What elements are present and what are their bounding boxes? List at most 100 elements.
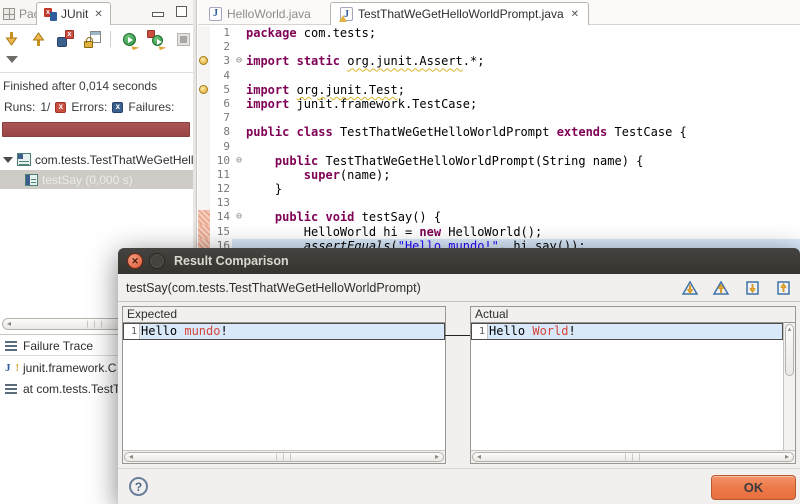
tab-junit[interactable]: x JUnit ✕ <box>36 2 111 25</box>
code-line[interactable]: 6 import junit.framework.TestCase; <box>198 96 800 112</box>
compare-area: Expected 1 Hello mundo! ◂ ❘❘❘ ▸ Actual 1 <box>118 302 800 468</box>
line-number: 1 <box>223 26 230 39</box>
actual-pane-body[interactable]: 1 Hello World! <box>471 323 795 451</box>
code-text: import static org.junit.Assert.*; <box>246 54 485 69</box>
scrollbar-grip[interactable]: ❘❘❘ <box>274 453 295 461</box>
scroll-left-icon[interactable]: ◂ <box>3 320 15 328</box>
tree-expand-caret-icon[interactable] <box>3 156 13 163</box>
annotation-gutter <box>198 40 210 55</box>
fold-gutter <box>232 69 246 83</box>
code-line[interactable]: 9 <box>198 139 800 154</box>
actual-diff-row[interactable]: 1 Hello World! <box>471 323 783 340</box>
fold-collapse-icon[interactable]: ⊖ <box>232 54 246 68</box>
failure-trace-icon <box>5 340 17 351</box>
line-number: 3 <box>223 54 230 68</box>
code-line[interactable]: 5 import org.junit.Test; <box>198 82 800 97</box>
java-file-icon: J <box>209 6 222 21</box>
previous-failed-test-icon[interactable] <box>29 30 47 48</box>
editor-tab-helloworld[interactable]: J HelloWorld.java <box>200 2 320 25</box>
actual-diff-word: World <box>532 324 569 338</box>
result-comparison-dialog: ✕ Result Comparison testSay(com.tests.Te… <box>118 248 800 504</box>
annotation-gutter <box>198 96 210 112</box>
code-line[interactable]: 7 <box>198 111 800 126</box>
annotation-gutter <box>198 26 210 41</box>
code-text: import junit.framework.TestCase; <box>246 96 478 111</box>
code-line[interactable]: 11 super(name); <box>198 167 800 183</box>
test-suite-row[interactable]: com.tests.TestThatWeGetHell <box>0 150 193 169</box>
test-case-icon <box>25 173 38 186</box>
left-tabbar: Package x JUnit ✕ <box>0 0 193 25</box>
code-text: public class TestThatWeGetHelloWorldProm… <box>246 125 687 140</box>
fold-gutter <box>232 196 246 210</box>
annotation-gutter <box>198 54 210 69</box>
scroll-left-icon[interactable]: ◂ <box>125 453 137 461</box>
copy-change-right-icon[interactable] <box>743 280 761 296</box>
fold-collapse-icon[interactable]: ⊖ <box>232 210 246 224</box>
scroll-right-icon[interactable]: ▸ <box>431 453 443 461</box>
code-text: package com.tests; <box>246 26 377 40</box>
code-line[interactable]: 12 } <box>198 182 800 197</box>
eclipse-workbench: Package x JUnit ✕ x <box>0 0 800 504</box>
test-case-row-selected[interactable]: testSay (0,000 s) <box>0 170 193 189</box>
rerun-test-icon[interactable] <box>120 30 140 51</box>
warning-lightbulb-icon[interactable] <box>199 84 208 94</box>
maximize-icon[interactable] <box>176 6 187 17</box>
errors-label: Errors: <box>71 100 108 114</box>
fold-gutter <box>232 111 246 125</box>
stop-icon[interactable] <box>174 30 192 48</box>
rerun-failed-first-icon[interactable] <box>147 30 167 51</box>
expected-pane-body[interactable]: 1 Hello mundo! <box>123 323 445 451</box>
code-line[interactable]: 3 ⊖ import static org.junit.Assert.*; <box>198 54 800 69</box>
close-icon[interactable]: ✕ <box>94 9 102 20</box>
minimize-icon[interactable] <box>152 12 164 17</box>
actual-pane: Actual 1 Hello World! ▴ ◂ ❘❘❘ ▸ <box>470 306 796 464</box>
previous-difference-icon[interactable] <box>712 280 730 296</box>
scroll-right-icon[interactable]: ▸ <box>781 453 793 461</box>
window-button-icon[interactable] <box>149 253 165 269</box>
runs-value: 1/ <box>40 100 51 114</box>
code-line[interactable]: 8 public class TestThatWeGetHelloWorldPro… <box>198 125 800 140</box>
expected-diff-word: mundo <box>184 324 221 338</box>
scroll-left-icon[interactable]: ◂ <box>473 453 485 461</box>
dialog-test-header: testSay(com.tests.TestThatWeGetHelloWorl… <box>126 280 421 295</box>
code-line[interactable]: 10 ⊖ public TestThatWeGetHelloWorldPrompt… <box>198 153 800 168</box>
junit-toolbar: x <box>2 28 219 51</box>
scroll-lock-icon[interactable] <box>83 30 101 48</box>
scrollbar-grip[interactable]: ❘❘❘ <box>85 320 106 328</box>
line-number: 7 <box>223 111 230 125</box>
actual-vscrollbar[interactable]: ▴ <box>783 323 795 450</box>
fold-collapse-icon[interactable]: ⊖ <box>232 154 246 168</box>
copy-change-left-icon[interactable] <box>774 280 792 296</box>
dialog-titlebar[interactable]: ✕ Result Comparison <box>118 248 800 274</box>
show-failures-only-icon[interactable]: x <box>56 30 74 48</box>
annotation-gutter <box>198 153 210 168</box>
warning-lightbulb-icon[interactable] <box>199 56 208 66</box>
code-line[interactable]: 13 <box>198 196 800 211</box>
close-icon[interactable]: ✕ <box>571 9 579 20</box>
code-line[interactable]: 2 <box>198 40 800 55</box>
vscrollbar-thumb[interactable]: ▴ <box>785 324 794 376</box>
editor-tab-test-active[interactable]: J TestThatWeGetHelloWorldPrompt.java ✕ <box>330 2 590 25</box>
line-number: 11 <box>216 167 230 181</box>
code-line[interactable]: 14 ⊖ public void testSay() { <box>198 210 800 225</box>
code-line[interactable]: 4 <box>198 68 800 83</box>
ok-button[interactable]: OK <box>711 475 796 500</box>
help-button[interactable]: ? <box>129 477 148 496</box>
next-failed-test-icon[interactable] <box>2 30 20 48</box>
code-line[interactable]: 15 HelloWorld hi = new HelloWorld(); <box>198 224 800 239</box>
code-line[interactable]: 1 package com.tests; <box>198 26 800 41</box>
window-close-icon[interactable]: ✕ <box>127 253 143 269</box>
expected-pane: Expected 1 Hello mundo! ◂ ❘❘❘ ▸ <box>122 306 446 464</box>
actual-hscrollbar[interactable]: ◂ ❘❘❘ ▸ <box>471 450 795 463</box>
diff-connector-line <box>445 335 471 336</box>
failure-badge-icon: x <box>112 101 124 113</box>
fold-gutter <box>232 40 246 54</box>
expected-diff-row[interactable]: 1 Hello mundo! <box>123 323 445 340</box>
view-menu-icon[interactable] <box>6 56 18 63</box>
expected-hscrollbar[interactable]: ◂ ❘❘❘ ▸ <box>123 450 445 463</box>
next-difference-icon[interactable] <box>681 280 699 296</box>
error-badge-icon: x <box>55 101 67 113</box>
scrollbar-grip[interactable]: ❘❘❘ <box>623 453 644 461</box>
